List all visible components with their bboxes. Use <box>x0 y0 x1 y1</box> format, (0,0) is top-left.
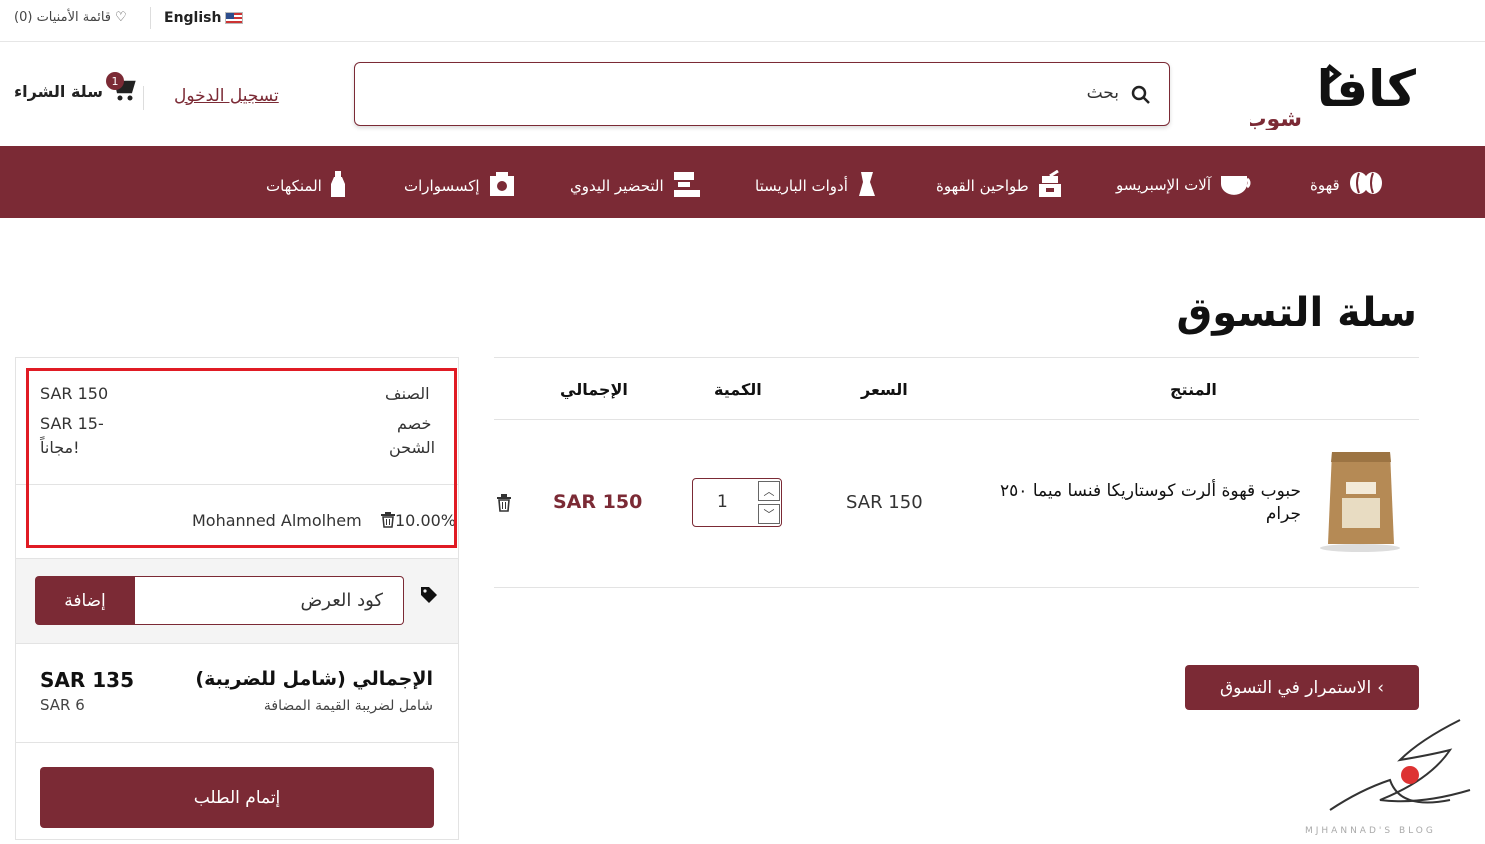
nav-label: المنكهات <box>266 177 322 195</box>
search-placeholder: بحث <box>1086 83 1119 103</box>
checkout-button[interactable]: إتمام الطلب <box>40 767 434 828</box>
manual-brew-icon <box>672 170 702 202</box>
nav-label: طواحين القهوة <box>936 177 1029 195</box>
coffee-beans-icon <box>1348 170 1384 200</box>
chevron-right-icon: › <box>1377 677 1385 698</box>
logo-text-sub: شوب <box>1250 107 1302 130</box>
milk-pitcher-icon <box>856 170 880 202</box>
nav-item-coffee[interactable]: قهوة <box>1310 170 1384 200</box>
search-box[interactable]: بحث <box>354 62 1170 126</box>
syrup-bottle-icon <box>330 170 346 202</box>
vat-label: شامل لضريبة القيمة المضافة <box>263 698 433 714</box>
login-link[interactable]: تسجيل الدخول <box>174 86 279 106</box>
total-value: SAR 135 <box>40 668 134 692</box>
scale-icon <box>488 170 516 202</box>
coffee-cup-icon <box>1219 170 1257 200</box>
nav-label: التحضير اليدوي <box>570 177 664 195</box>
column-header-price: السعر <box>861 380 908 399</box>
wishlist-label: قائمة الأمنيات (0) <box>14 10 112 25</box>
nav-label: آلات الإسبريسو <box>1116 176 1212 194</box>
nav-item-manual-brewing[interactable]: التحضير اليدوي <box>570 170 702 202</box>
column-header-total: الإجمالي <box>560 380 628 399</box>
promo-code-input[interactable]: كود العرض <box>134 576 404 625</box>
page-title: سلة التسوق <box>1176 290 1417 336</box>
watermark-text: MJHANNAD'S BLOG <box>1305 826 1436 836</box>
nav-item-barista-tools[interactable]: أدوات الباريستا <box>755 170 880 202</box>
nav-label: قهوة <box>1310 176 1340 194</box>
line-total: SAR 150 <box>553 491 643 513</box>
wishlist-link[interactable]: ♡ قائمة الأمنيات (0) <box>14 10 127 25</box>
continue-shopping-button[interactable]: › الاستمرار في التسوق <box>1185 665 1419 710</box>
nav-item-grinders[interactable]: طواحين القهوة <box>936 169 1063 202</box>
us-flag-icon <box>225 12 244 24</box>
nav-item-espresso-machines[interactable]: آلات الإسبريسو <box>1116 170 1257 200</box>
table-row: حبوب قهوة ألرت كوستاريكا فنسا ميما ٢٥٠ ج… <box>494 420 1419 588</box>
header-divider <box>143 86 144 110</box>
vat-value: SAR 6 <box>40 696 85 714</box>
heart-icon: ♡ <box>115 10 127 25</box>
main-nav: قهوة آلات الإسبريسو طواحين القهوة أدوات … <box>0 146 1485 218</box>
summary-divider <box>16 742 458 743</box>
watermark-logo <box>1300 710 1485 840</box>
cart-table-header: المنتج السعر الكمية الإجمالي <box>494 357 1419 420</box>
highlight-box <box>26 368 457 548</box>
trash-icon[interactable] <box>496 494 512 516</box>
column-header-product: المنتج <box>1170 380 1217 399</box>
column-header-quantity: الكمية <box>714 380 762 399</box>
nav-item-accessories[interactable]: إكسسوارات <box>404 170 516 202</box>
product-image[interactable] <box>1320 448 1402 552</box>
continue-shopping-label: الاستمرار في التسوق <box>1219 677 1372 698</box>
apply-promo-button[interactable]: إضافة <box>35 576 135 625</box>
product-price: SAR 150 <box>846 492 923 513</box>
product-name-link[interactable]: حبوب قهوة ألرت كوستاريكا فنسا ميما ٢٥٠ ج… <box>961 480 1301 526</box>
nav-label: أدوات الباريستا <box>755 177 848 195</box>
cart-count-badge: 1 <box>106 72 124 90</box>
top-divider <box>150 7 151 29</box>
top-bar: ♡ قائمة الأمنيات (0) English <box>0 0 1485 42</box>
cart-label: سلة الشراء <box>14 81 103 101</box>
language-switch[interactable]: English <box>164 10 244 26</box>
nav-label: إكسسوارات <box>404 177 480 195</box>
promo-placeholder: كود العرض <box>300 590 383 611</box>
language-label: English <box>164 10 222 26</box>
quantity-value[interactable]: 1 <box>717 492 728 512</box>
quantity-stepper[interactable]: 1 ︿ ﹀ <box>692 478 782 527</box>
nav-item-flavorings[interactable]: المنكهات <box>266 170 346 202</box>
site-logo[interactable]: كافا شوب <box>1244 60 1420 132</box>
grinder-icon <box>1037 169 1063 202</box>
total-label: الإجمالي (شامل للضريبة) <box>195 668 433 690</box>
tag-icon <box>420 586 438 608</box>
search-icon[interactable] <box>1131 85 1151 109</box>
decrement-button[interactable]: ﹀ <box>758 504 780 524</box>
increment-button[interactable]: ︿ <box>758 481 780 501</box>
